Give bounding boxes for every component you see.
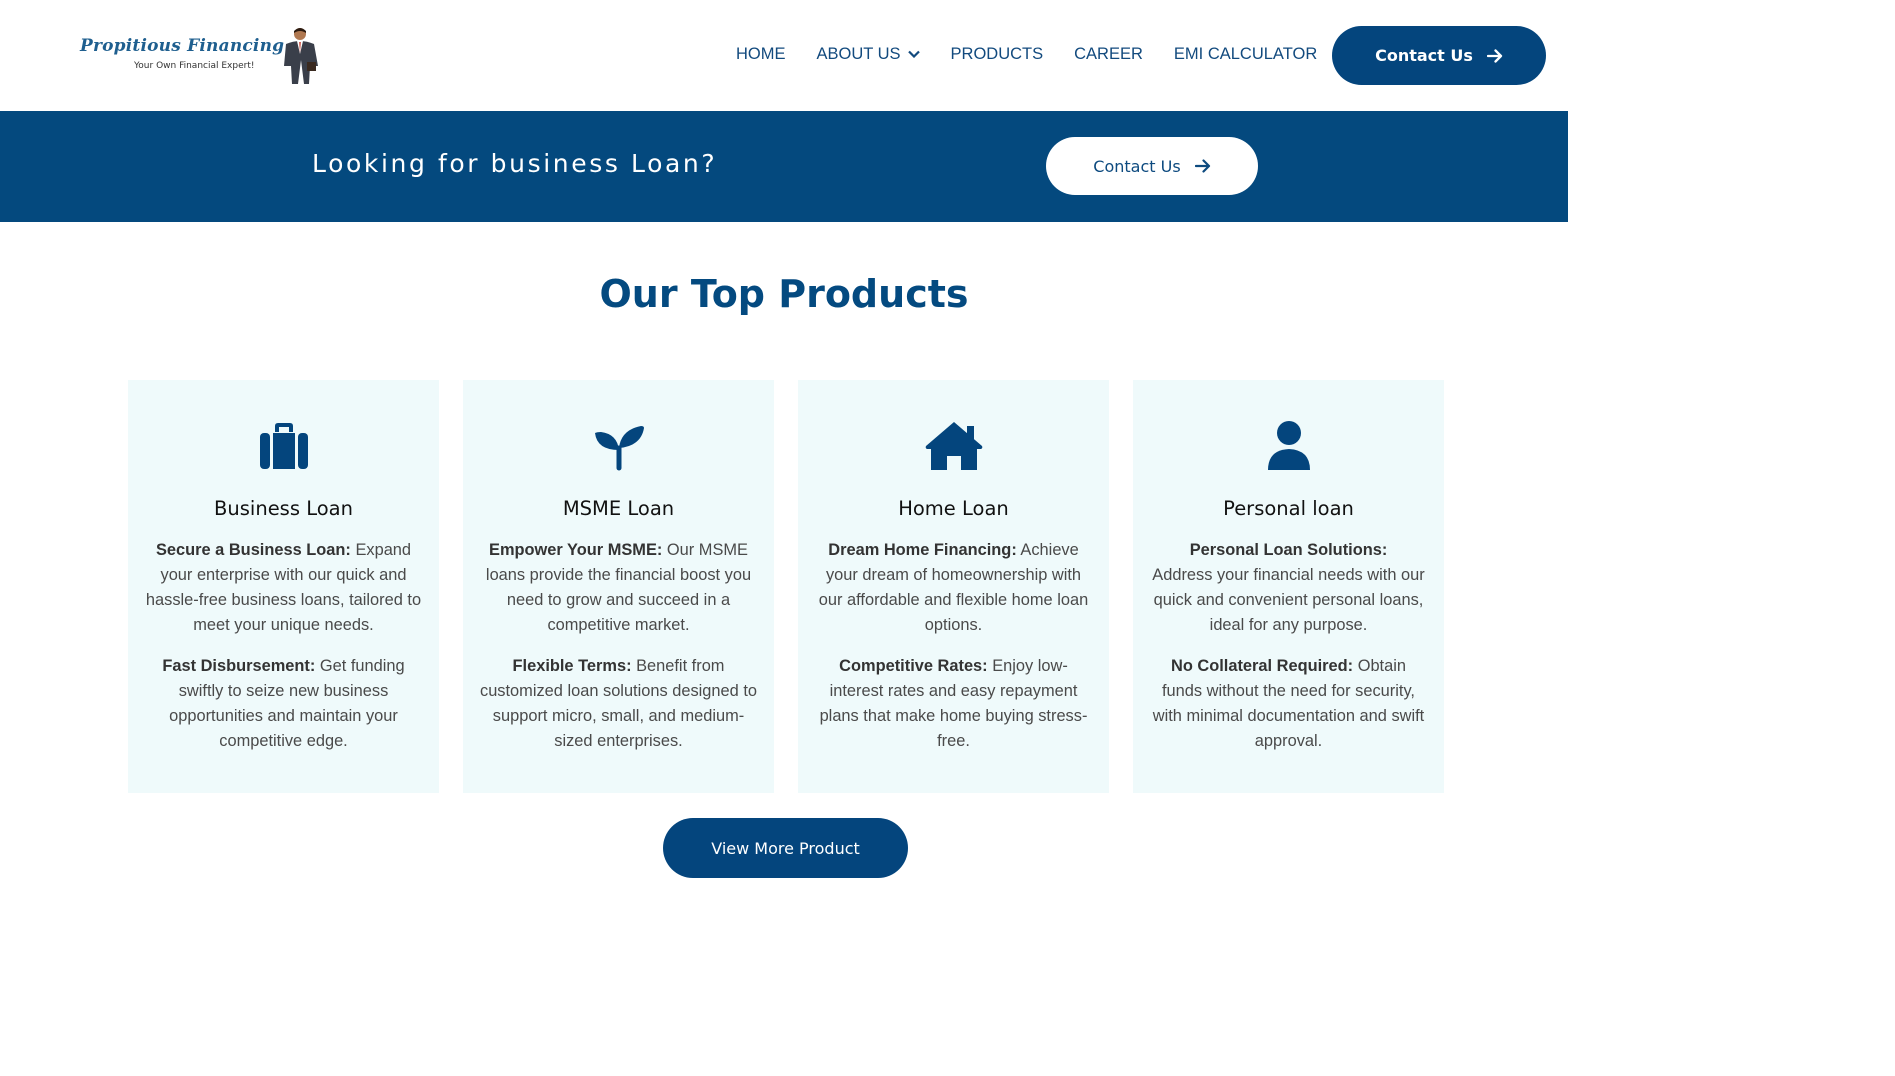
briefcase-icon: [259, 423, 308, 469]
card-title: MSME Loan: [562, 497, 675, 520]
card-description: Personal Loan Solutions: Address your fi…: [1152, 541, 1425, 750]
arrow-right-icon: [1194, 159, 1210, 173]
card-description: Dream Home Financing: Achieve your dream…: [818, 541, 1089, 750]
promo-banner: Looking for business Loan? Contact Us: [0, 111, 1568, 222]
card-title: Personal loan: [1223, 497, 1354, 520]
brand-name: Propitious Financing: [80, 36, 285, 56]
banner-contact-button[interactable]: Contact Us: [1046, 137, 1258, 195]
card-title: Business Loan: [214, 497, 353, 520]
arrow-right-icon: [1486, 48, 1503, 63]
main-nav: HOME ABOUT US PRODUCTS CAREER EMI CALCUL…: [736, 44, 1317, 64]
product-card-personal-loan[interactable]: Personal loan Personal Loan Solutions: A…: [1133, 380, 1444, 793]
banner-contact-label: Contact Us: [1093, 156, 1181, 176]
nav-career[interactable]: CAREER: [1074, 45, 1143, 64]
card-description: Empower Your MSME: Our MSME loans provid…: [480, 541, 757, 750]
nav-products[interactable]: PRODUCTS: [951, 45, 1044, 64]
card-description: Secure a Business Loan: Expand your ente…: [145, 541, 422, 750]
nav-about-us-label: ABOUT US: [816, 44, 901, 63]
header-contact-label: Contact Us: [1375, 46, 1473, 65]
chevron-down-icon: [907, 50, 920, 58]
home-icon: [925, 422, 982, 470]
header-contact-button[interactable]: Contact Us: [1332, 26, 1546, 85]
view-more-products-button[interactable]: View More Product: [663, 818, 908, 878]
banner-heading: Looking for business Loan?: [312, 149, 718, 178]
product-card-business-loan[interactable]: Business Loan Secure a Business Loan: Ex…: [128, 380, 439, 793]
user-icon: [1267, 421, 1310, 470]
site-header: Propitious Financing Your Own Financial …: [0, 0, 1568, 111]
card-title: Home Loan: [898, 497, 1009, 520]
product-card-msme-loan[interactable]: MSME Loan Empower Your MSME: Our MSME lo…: [463, 380, 774, 793]
nav-home[interactable]: HOME: [736, 45, 786, 64]
brand-tagline: Your Own Financial Expert!: [134, 61, 255, 71]
nav-emi-calculator[interactable]: EMI CALCULATOR: [1174, 45, 1317, 64]
businessman-icon: [284, 28, 318, 84]
section-title: Our Top Products: [599, 272, 969, 316]
seedling-icon: [594, 426, 644, 471]
product-card-home-loan[interactable]: Home Loan Dream Home Financing: Achieve …: [798, 380, 1109, 793]
nav-about-us[interactable]: ABOUT US: [817, 45, 920, 64]
brand-logo[interactable]: Propitious Financing Your Own Financial …: [78, 24, 328, 88]
